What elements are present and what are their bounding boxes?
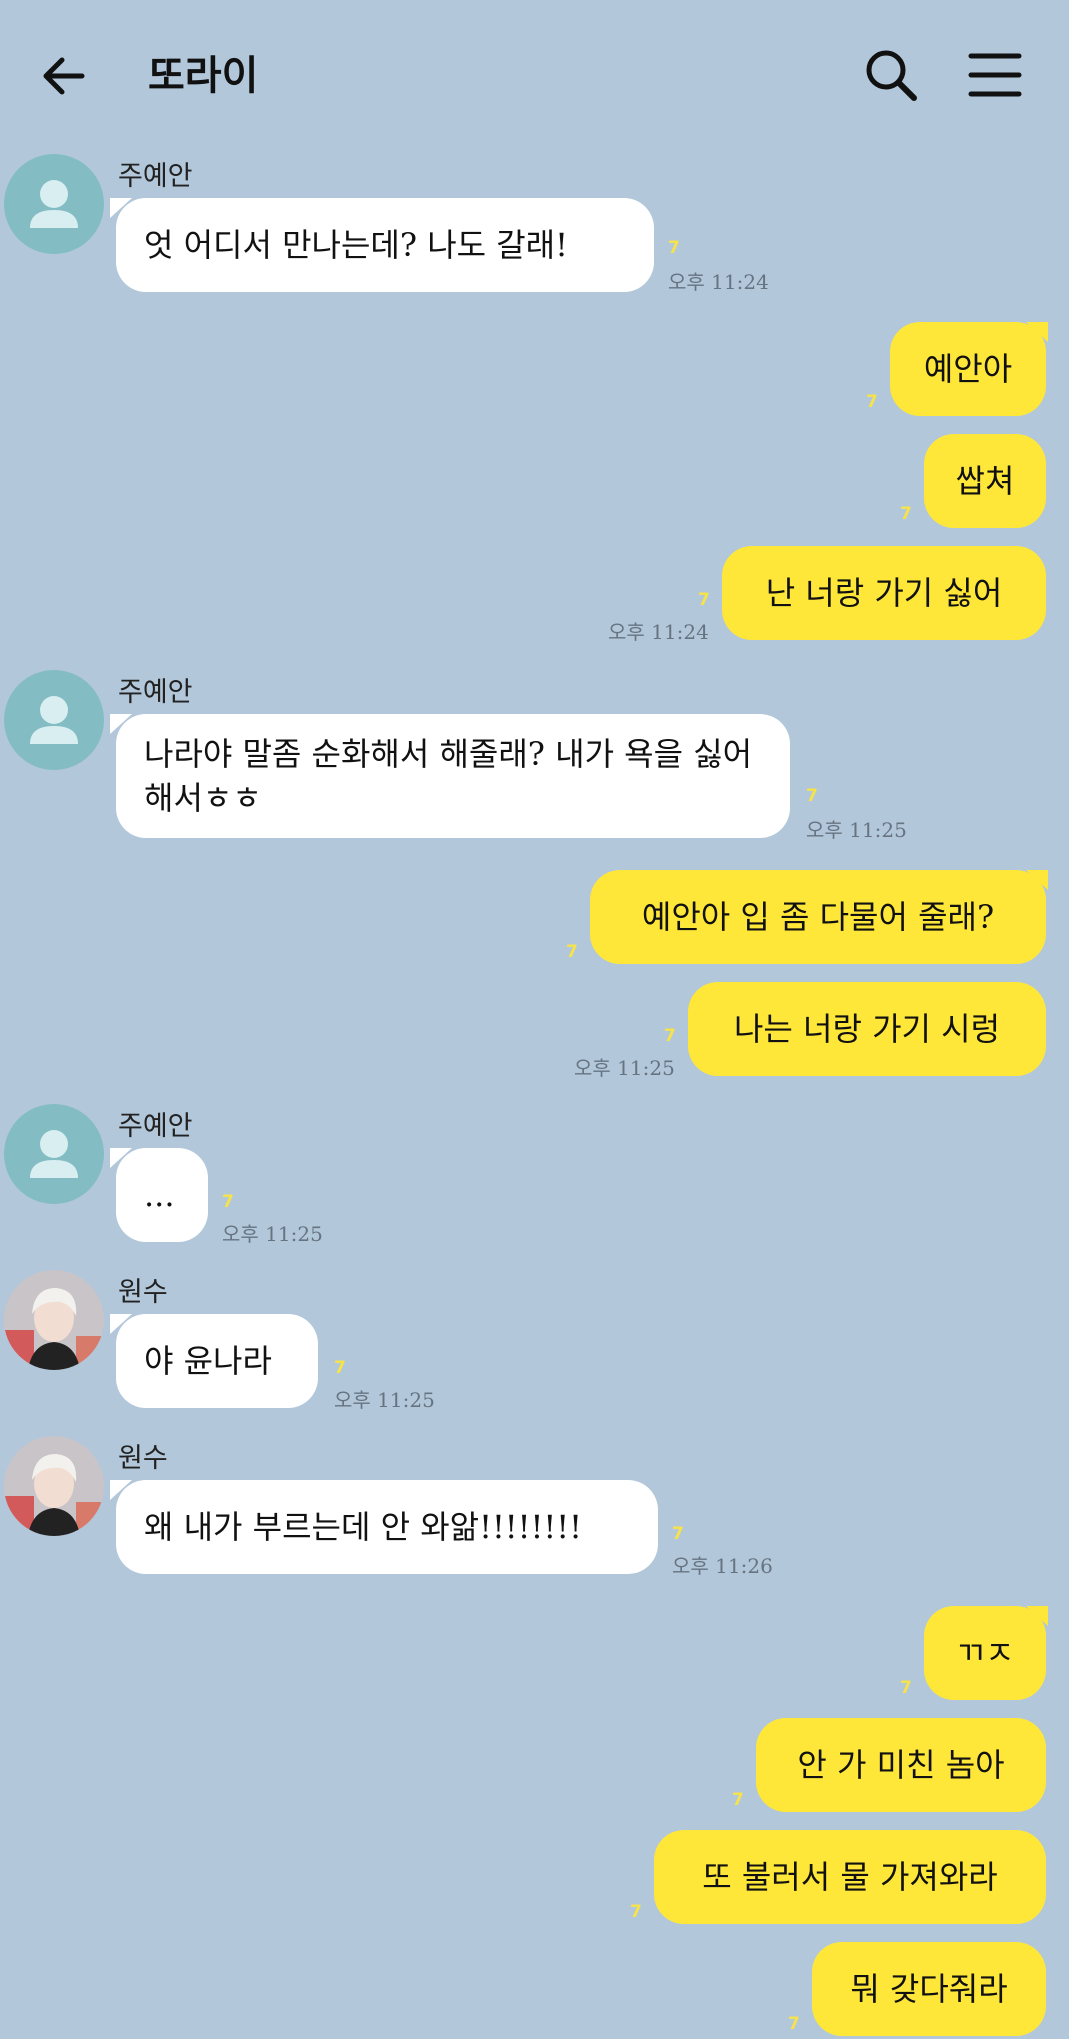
message-bubble[interactable]: 예안아 입 좀 다물어 줄래? (590, 870, 1046, 964)
message-time: 오후 11:24 (608, 620, 709, 644)
sender-name: 주예안 (118, 1111, 193, 1142)
unread-count: 7 (664, 1026, 676, 1046)
message-time: 오후 11:25 (334, 1388, 435, 1412)
unread-count: 7 (222, 1192, 234, 1212)
message-time: 오후 11:25 (806, 818, 907, 842)
unread-count: 7 (698, 590, 710, 610)
unread-count: 7 (732, 1790, 744, 1810)
avatar[interactable] (4, 1270, 104, 1370)
unread-count: 7 (334, 1358, 346, 1378)
message-bubble[interactable]: 쌉쳐 (924, 434, 1046, 528)
message-time: 오후 11:26 (672, 1554, 773, 1578)
sender-name: 원수 (118, 1277, 168, 1308)
avatar[interactable] (4, 1104, 104, 1204)
message-bubble[interactable]: 왜 내가 부르는데 안 와앎!!!!!!!! (116, 1480, 658, 1574)
message-bubble[interactable]: ... (116, 1148, 208, 1242)
avatar[interactable] (4, 1436, 104, 1536)
message-time: 오후 11:24 (668, 270, 769, 294)
unread-count: 7 (900, 1678, 912, 1698)
unread-count: 7 (866, 392, 878, 412)
sender-name: 주예안 (118, 161, 193, 192)
unread-count: 7 (806, 786, 818, 806)
unread-count: 7 (788, 2014, 800, 2034)
chat-header: 또라이 (0, 0, 1069, 150)
arrow-left-icon[interactable] (36, 48, 92, 104)
unread-count: 7 (668, 238, 680, 258)
message-bubble[interactable]: 뭐 갖다줘라 (812, 1942, 1046, 2036)
message-bubble[interactable]: 엇 어디서 만나는데? 나도 갈래! (116, 198, 654, 292)
search-icon[interactable] (862, 46, 920, 104)
unread-count: 7 (672, 1524, 684, 1544)
avatar[interactable] (4, 154, 104, 254)
sender-name: 원수 (118, 1443, 168, 1474)
message-bubble[interactable]: ㄲㅈ (924, 1606, 1046, 1700)
message-bubble[interactable]: 난 너랑 가기 싫어 (722, 546, 1046, 640)
message-time: 오후 11:25 (222, 1222, 323, 1246)
chat-room-title: 또라이 (148, 52, 259, 99)
message-bubble[interactable]: 안 가 미친 놈아 (756, 1718, 1046, 1812)
message-bubble[interactable]: 나는 너랑 가기 시렁 (688, 982, 1046, 1076)
profile-photo (4, 1270, 104, 1370)
unread-count: 7 (900, 504, 912, 524)
unread-count: 7 (630, 1902, 642, 1922)
message-time: 오후 11:25 (574, 1056, 675, 1080)
default-profile-icon (30, 1130, 78, 1178)
default-profile-icon (30, 180, 78, 228)
default-profile-icon (30, 696, 78, 744)
unread-count: 7 (566, 942, 578, 962)
message-bubble[interactable]: 또 불러서 물 가져와라 (654, 1830, 1046, 1924)
message-bubble[interactable]: 야 윤나라 (116, 1314, 318, 1408)
message-bubble[interactable]: 예안아 (890, 322, 1046, 416)
hamburger-menu-icon[interactable] (968, 50, 1022, 100)
profile-photo (4, 1436, 104, 1536)
message-bubble[interactable]: 나라야 말좀 순화해서 해줄래? 내가 욕을 싫어해서ㅎㅎ (116, 714, 790, 838)
avatar[interactable] (4, 670, 104, 770)
sender-name: 주예안 (118, 677, 193, 708)
